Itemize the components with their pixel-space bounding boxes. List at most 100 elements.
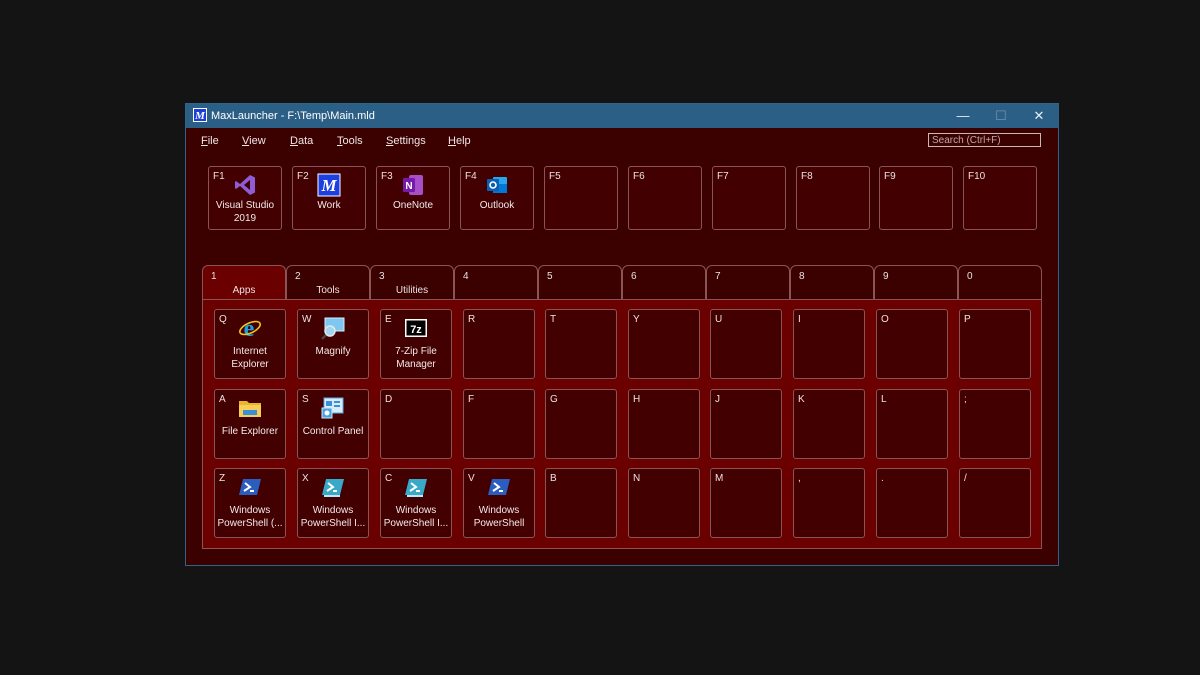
fkey-f4[interactable]: F4 Outlook xyxy=(460,166,534,230)
tab-number: 2 xyxy=(295,271,301,282)
key-w[interactable]: W Magnify xyxy=(297,309,369,379)
fkey-f3[interactable]: F3 N OneNote xyxy=(376,166,450,230)
key-b[interactable]: B xyxy=(545,468,617,538)
shortcut-name: File Explorer xyxy=(221,426,279,437)
menu-data[interactable]: Data xyxy=(290,135,313,147)
fkey-f6[interactable]: F6 xyxy=(628,166,702,230)
tab-number: 8 xyxy=(799,271,805,282)
tab-8[interactable]: 8 xyxy=(790,265,874,300)
key-label: K xyxy=(798,394,805,405)
fkey-f9[interactable]: F9 xyxy=(879,166,953,230)
tab-4[interactable]: 4 xyxy=(454,265,538,300)
key-x[interactable]: X Windows PowerShell I... xyxy=(297,468,369,538)
key-label: F8 xyxy=(801,171,813,182)
search-input[interactable]: Search (Ctrl+F) xyxy=(928,133,1041,147)
key-label: C xyxy=(385,473,393,484)
visual-studio-icon xyxy=(233,173,257,197)
menu-file[interactable]: File xyxy=(201,135,219,147)
menu-tools[interactable]: Tools xyxy=(337,135,363,147)
key-label: I xyxy=(798,314,801,325)
key-o[interactable]: O xyxy=(876,309,948,379)
key-label: H xyxy=(633,394,641,405)
key-period[interactable]: . xyxy=(876,468,948,538)
key-z[interactable]: Z Windows PowerShell (... xyxy=(214,468,286,538)
key-label: Z xyxy=(219,473,226,484)
tab-label: Apps xyxy=(232,285,256,296)
tab-3[interactable]: 3 Utilities xyxy=(370,265,454,300)
key-u[interactable]: U xyxy=(710,309,782,379)
key-label: F1 xyxy=(213,171,225,182)
key-slash[interactable]: / xyxy=(959,468,1031,538)
tab-9[interactable]: 9 xyxy=(874,265,958,300)
powershell-ise-icon xyxy=(404,475,428,499)
key-c[interactable]: C Windows PowerShell I... xyxy=(380,468,452,538)
key-comma[interactable]: , xyxy=(793,468,865,538)
tab-7[interactable]: 7 xyxy=(706,265,790,300)
key-label: . xyxy=(881,473,884,484)
shortcut-name: Windows PowerShell I... xyxy=(300,505,366,529)
powershell-icon xyxy=(487,475,511,499)
key-label: F2 xyxy=(297,171,309,182)
key-g[interactable]: G xyxy=(545,389,617,459)
key-label: U xyxy=(715,314,723,325)
menu-view[interactable]: View xyxy=(242,135,266,147)
key-e[interactable]: E 7z 7-Zip File Manager xyxy=(380,309,452,379)
key-h[interactable]: H xyxy=(628,389,700,459)
maxlauncher-icon[interactable]: M xyxy=(193,108,207,122)
close-button[interactable]: ✕ xyxy=(1020,104,1058,128)
tab-6[interactable]: 6 xyxy=(622,265,706,300)
key-label: R xyxy=(468,314,476,325)
key-m[interactable]: M xyxy=(710,468,782,538)
tab-number: 6 xyxy=(631,271,637,282)
shortcut-name: Visual Studio 2019 xyxy=(215,200,275,224)
fkey-f7[interactable]: F7 xyxy=(712,166,786,230)
folder-icon xyxy=(238,396,262,420)
tab-0[interactable]: 0 xyxy=(958,265,1042,300)
fkey-f8[interactable]: F8 xyxy=(796,166,870,230)
fkey-f10[interactable]: F10 xyxy=(963,166,1037,230)
key-label: F4 xyxy=(465,171,477,182)
maxlauncher-icon: M xyxy=(317,173,341,197)
tab-label: Utilities xyxy=(395,285,429,296)
tab-2[interactable]: 2 Tools xyxy=(286,265,370,300)
key-label: F xyxy=(468,394,475,405)
key-i[interactable]: I xyxy=(793,309,865,379)
tab-number: 9 xyxy=(883,271,889,282)
key-t[interactable]: T xyxy=(545,309,617,379)
key-d[interactable]: D xyxy=(380,389,452,459)
fkey-f5[interactable]: F5 xyxy=(544,166,618,230)
onenote-icon: N xyxy=(401,173,425,197)
key-semicolon[interactable]: ; xyxy=(959,389,1031,459)
fkey-f1[interactable]: F1 Visual Studio 2019 xyxy=(208,166,282,230)
tab-1[interactable]: 1 Apps xyxy=(202,265,286,301)
shortcut-name: Outlook xyxy=(479,200,515,211)
svg-text:7z: 7z xyxy=(410,324,422,336)
minimize-button[interactable]: — xyxy=(944,104,982,128)
menu-settings[interactable]: Settings xyxy=(386,135,426,147)
key-j[interactable]: J xyxy=(710,389,782,459)
shortcut-name: OneNote xyxy=(392,200,434,211)
key-k[interactable]: K xyxy=(793,389,865,459)
key-n[interactable]: N xyxy=(628,468,700,538)
key-label: / xyxy=(964,473,967,484)
tab-5[interactable]: 5 xyxy=(538,265,622,300)
key-f[interactable]: F xyxy=(463,389,535,459)
menu-help[interactable]: Help xyxy=(448,135,471,147)
title-bar[interactable]: M MaxLauncher - F:\Temp\Main.mld — ☐ ✕ xyxy=(186,104,1058,128)
key-v[interactable]: V Windows PowerShell xyxy=(463,468,535,538)
7zip-icon: 7z xyxy=(404,316,428,340)
key-s[interactable]: S Control Panel xyxy=(297,389,369,459)
key-p[interactable]: P xyxy=(959,309,1031,379)
fkey-f2[interactable]: F2 M Work xyxy=(292,166,366,230)
powershell-icon xyxy=(238,475,262,499)
key-q[interactable]: Qe Internet Explorer xyxy=(214,309,286,379)
key-label: W xyxy=(302,314,312,325)
key-a[interactable]: A File Explorer xyxy=(214,389,286,459)
key-r[interactable]: R xyxy=(463,309,535,379)
key-label: V xyxy=(468,473,475,484)
key-l[interactable]: L xyxy=(876,389,948,459)
key-y[interactable]: Y xyxy=(628,309,700,379)
key-label: F6 xyxy=(633,171,645,182)
key-label: B xyxy=(550,473,557,484)
maximize-button[interactable]: ☐ xyxy=(982,104,1020,128)
